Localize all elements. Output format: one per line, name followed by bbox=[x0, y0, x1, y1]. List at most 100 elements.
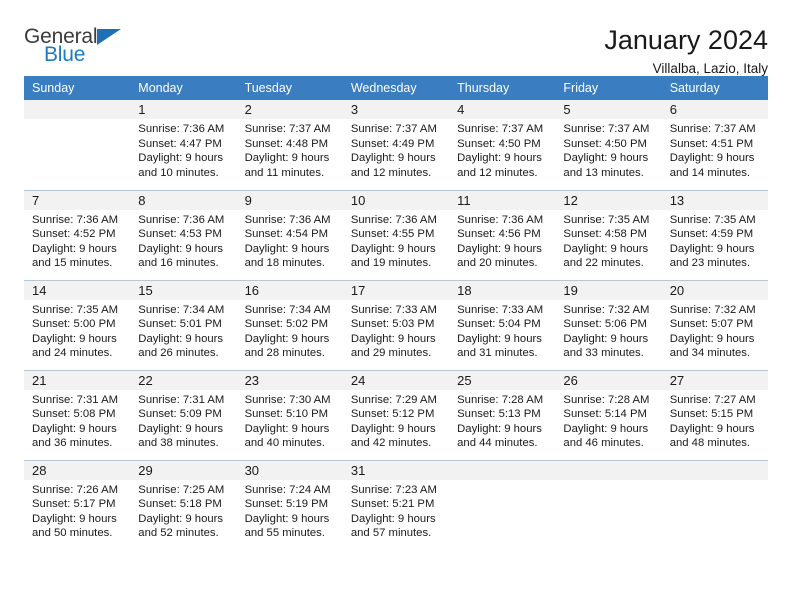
calendar-day-cell[interactable]: 22 Sunrise: 7:31 AM Sunset: 5:09 PM Dayligh… bbox=[130, 369, 237, 460]
weekday-header-sunday: Sunday bbox=[24, 76, 131, 100]
sunrise-text: Sunrise: 7:37 AM bbox=[244, 123, 331, 135]
daylight-text-line2: and 26 minutes. bbox=[138, 347, 219, 360]
day-number bbox=[24, 100, 131, 119]
daylight-text-line2: and 36 minutes. bbox=[32, 437, 113, 450]
daylight-text-line1: Daylight: 9 hours bbox=[457, 242, 542, 255]
sunset-text: Sunset: 5:06 PM bbox=[563, 318, 647, 331]
daylight-text-line2: and 14 minutes. bbox=[669, 166, 751, 179]
calendar-day-cell[interactable]: 23 Sunrise: 7:30 AM Sunset: 5:10 PM Dayligh… bbox=[236, 369, 343, 460]
calendar-week-row: 7 Sunrise: 7:36 AM Sunset: 4:52 PM Daylight… bbox=[24, 189, 768, 280]
day-number: 14 bbox=[24, 280, 131, 300]
calendar-day-cell[interactable]: 21 Sunrise: 7:31 AM Sunset: 5:08 PM Dayligh… bbox=[24, 369, 131, 460]
day-details: Sunrise: 7:28 AM Sunset: 5:14 PM Daylight:… bbox=[555, 390, 661, 451]
sunset-text: Sunset: 4:54 PM bbox=[244, 228, 329, 241]
daylight-text-line1: Daylight: 9 hours bbox=[350, 512, 436, 525]
day-number: 16 bbox=[236, 280, 343, 300]
calendar-day-cell[interactable]: 20 Sunrise: 7:32 AM Sunset: 5:07 PM Dayligh… bbox=[661, 279, 768, 370]
daylight-text-line1: Daylight: 9 hours bbox=[669, 332, 755, 345]
calendar-day-cell[interactable]: 2 Sunrise: 7:37 AM Sunset: 4:48 PM Daylight… bbox=[236, 100, 343, 190]
day-details: Sunrise: 7:35 AM Sunset: 4:59 PM Daylight:… bbox=[662, 210, 768, 271]
weekday-header-friday: Friday bbox=[555, 76, 662, 100]
calendar-day-cell[interactable]: 26 Sunrise: 7:28 AM Sunset: 5:14 PM Dayligh… bbox=[555, 369, 662, 460]
daylight-text-line1: Daylight: 9 hours bbox=[350, 242, 436, 255]
calendar-week-row: 14 Sunrise: 7:35 AM Sunset: 5:00 PM Dayligh… bbox=[24, 279, 768, 370]
sunset-text: Sunset: 4:52 PM bbox=[32, 228, 116, 241]
daylight-text-line2: and 15 minutes. bbox=[32, 257, 113, 270]
blue-triangle-flag-icon bbox=[97, 29, 121, 45]
sunset-text: Sunset: 4:58 PM bbox=[563, 228, 647, 241]
sunrise-text: Sunrise: 7:33 AM bbox=[457, 303, 544, 316]
calendar-day-cell[interactable]: 6 Sunrise: 7:37 AM Sunset: 4:51 PM Daylight… bbox=[661, 100, 768, 190]
sunrise-text: Sunrise: 7:36 AM bbox=[138, 213, 225, 226]
calendar-day-cell[interactable]: 9 Sunrise: 7:36 AM Sunset: 4:54 PM Daylight… bbox=[236, 189, 343, 280]
calendar-day-cell[interactable]: 15 Sunrise: 7:34 AM Sunset: 5:01 PM Dayligh… bbox=[130, 279, 237, 370]
calendar-body: 1 Sunrise: 7:36 AM Sunset: 4:47 PM Daylight… bbox=[24, 100, 768, 550]
day-details: Sunrise: 7:31 AM Sunset: 5:08 PM Daylight:… bbox=[24, 390, 130, 451]
calendar-day-cell[interactable]: 4 Sunrise: 7:37 AM Sunset: 4:50 PM Daylight… bbox=[449, 100, 556, 190]
calendar-day-cell[interactable]: 25 Sunrise: 7:28 AM Sunset: 5:13 PM Dayligh… bbox=[449, 369, 556, 460]
daylight-text-line1: Daylight: 9 hours bbox=[32, 332, 117, 345]
daylight-text-line2: and 31 minutes. bbox=[457, 347, 538, 360]
calendar-day-cell[interactable]: 17 Sunrise: 7:33 AM Sunset: 5:03 PM Dayligh… bbox=[342, 279, 450, 370]
calendar-week-row: 21 Sunrise: 7:31 AM Sunset: 5:08 PM Dayligh… bbox=[24, 369, 768, 460]
sunrise-text: Sunrise: 7:34 AM bbox=[244, 303, 331, 316]
day-number: 12 bbox=[555, 190, 662, 210]
calendar-day-cell[interactable]: 27 Sunrise: 7:27 AM Sunset: 5:15 PM Dayligh… bbox=[661, 369, 768, 460]
day-details: Sunrise: 7:34 AM Sunset: 5:01 PM Daylight:… bbox=[130, 300, 236, 361]
sunrise-text: Sunrise: 7:24 AM bbox=[244, 483, 331, 496]
day-number: 22 bbox=[130, 370, 237, 390]
page-header: General Blue January 2024 Villalba, Lazi… bbox=[24, 0, 768, 77]
calendar-day-cell[interactable]: 1 Sunrise: 7:36 AM Sunset: 4:47 PM Daylight… bbox=[130, 100, 237, 190]
daylight-text-line1: Daylight: 9 hours bbox=[138, 512, 224, 525]
sunset-text: Sunset: 5:18 PM bbox=[138, 498, 222, 511]
daylight-text-line2: and 24 minutes. bbox=[32, 347, 113, 360]
daylight-text-line1: Daylight: 9 hours bbox=[138, 422, 224, 435]
calendar-day-cell[interactable]: 19 Sunrise: 7:32 AM Sunset: 5:06 PM Dayligh… bbox=[555, 279, 662, 370]
calendar-day-cell[interactable]: 28 Sunrise: 7:26 AM Sunset: 5:17 PM Dayligh… bbox=[24, 459, 131, 550]
calendar-day-cell[interactable]: 7 Sunrise: 7:36 AM Sunset: 4:52 PM Daylight… bbox=[24, 189, 131, 280]
calendar-day-cell-empty bbox=[24, 100, 131, 190]
calendar-day-cell[interactable]: 8 Sunrise: 7:36 AM Sunset: 4:53 PM Daylight… bbox=[130, 189, 237, 280]
weekday-header-saturday: Saturday bbox=[661, 76, 768, 100]
calendar-day-cell[interactable]: 3 Sunrise: 7:37 AM Sunset: 4:49 PM Daylight… bbox=[342, 100, 450, 190]
sunset-text: Sunset: 4:56 PM bbox=[457, 228, 541, 241]
sunset-text: Sunset: 5:08 PM bbox=[32, 408, 116, 421]
calendar-day-cell[interactable]: 10 Sunrise: 7:36 AM Sunset: 4:55 PM Dayligh… bbox=[342, 189, 450, 280]
sunset-text: Sunset: 5:12 PM bbox=[350, 408, 435, 421]
day-details: Sunrise: 7:30 AM Sunset: 5:10 PM Daylight:… bbox=[237, 390, 343, 451]
calendar-day-cell[interactable]: 31 Sunrise: 7:23 AM Sunset: 5:21 PM Dayligh… bbox=[342, 459, 450, 550]
calendar-day-cell[interactable]: 5 Sunrise: 7:37 AM Sunset: 4:50 PM Daylight… bbox=[555, 100, 662, 190]
day-details: Sunrise: 7:34 AM Sunset: 5:02 PM Daylight:… bbox=[237, 300, 343, 361]
calendar-day-cell[interactable]: 13 Sunrise: 7:35 AM Sunset: 4:59 PM Dayligh… bbox=[661, 189, 768, 280]
day-details: Sunrise: 7:37 AM Sunset: 4:50 PM Daylight:… bbox=[449, 119, 555, 180]
day-details: Sunrise: 7:35 AM Sunset: 5:00 PM Daylight:… bbox=[24, 300, 130, 361]
calendar-day-cell[interactable]: 14 Sunrise: 7:35 AM Sunset: 5:00 PM Dayligh… bbox=[24, 279, 131, 370]
calendar-day-cell[interactable]: 18 Sunrise: 7:33 AM Sunset: 5:04 PM Dayligh… bbox=[449, 279, 556, 370]
sunset-text: Sunset: 5:07 PM bbox=[669, 318, 754, 331]
day-number: 15 bbox=[130, 280, 237, 300]
sunset-text: Sunset: 4:50 PM bbox=[563, 137, 647, 150]
sunset-text: Sunset: 4:59 PM bbox=[669, 228, 754, 241]
calendar-day-cell[interactable]: 16 Sunrise: 7:34 AM Sunset: 5:02 PM Dayligh… bbox=[236, 279, 343, 370]
sunset-text: Sunset: 4:51 PM bbox=[669, 137, 754, 150]
calendar-day-cell[interactable]: 24 Sunrise: 7:29 AM Sunset: 5:12 PM Dayligh… bbox=[342, 369, 450, 460]
daylight-text-line2: and 12 minutes. bbox=[457, 166, 538, 179]
day-number: 4 bbox=[449, 100, 556, 119]
sunrise-text: Sunrise: 7:31 AM bbox=[32, 393, 119, 406]
calendar-day-cell[interactable]: 29 Sunrise: 7:25 AM Sunset: 5:18 PM Dayligh… bbox=[130, 459, 237, 550]
daylight-text-line2: and 44 minutes. bbox=[457, 437, 538, 450]
daylight-text-line2: and 34 minutes. bbox=[669, 347, 751, 360]
calendar-day-cell[interactable]: 12 Sunrise: 7:35 AM Sunset: 4:58 PM Dayligh… bbox=[555, 189, 662, 280]
sunset-text: Sunset: 4:53 PM bbox=[138, 228, 222, 241]
day-details: Sunrise: 7:33 AM Sunset: 5:04 PM Daylight:… bbox=[449, 300, 555, 361]
general-blue-logo[interactable]: General Blue bbox=[24, 26, 144, 72]
day-number bbox=[555, 460, 662, 480]
sunrise-text: Sunrise: 7:37 AM bbox=[563, 123, 650, 135]
calendar-day-cell[interactable]: 30 Sunrise: 7:24 AM Sunset: 5:19 PM Dayligh… bbox=[236, 459, 343, 550]
sunset-text: Sunset: 4:49 PM bbox=[350, 137, 435, 150]
daylight-text-line2: and 11 minutes. bbox=[244, 166, 325, 179]
daylight-text-line1: Daylight: 9 hours bbox=[32, 242, 117, 255]
calendar-day-cell[interactable]: 11 Sunrise: 7:36 AM Sunset: 4:56 PM Dayligh… bbox=[449, 189, 556, 280]
sunrise-text: Sunrise: 7:25 AM bbox=[138, 483, 225, 496]
daylight-text-line1: Daylight: 9 hours bbox=[32, 512, 117, 525]
